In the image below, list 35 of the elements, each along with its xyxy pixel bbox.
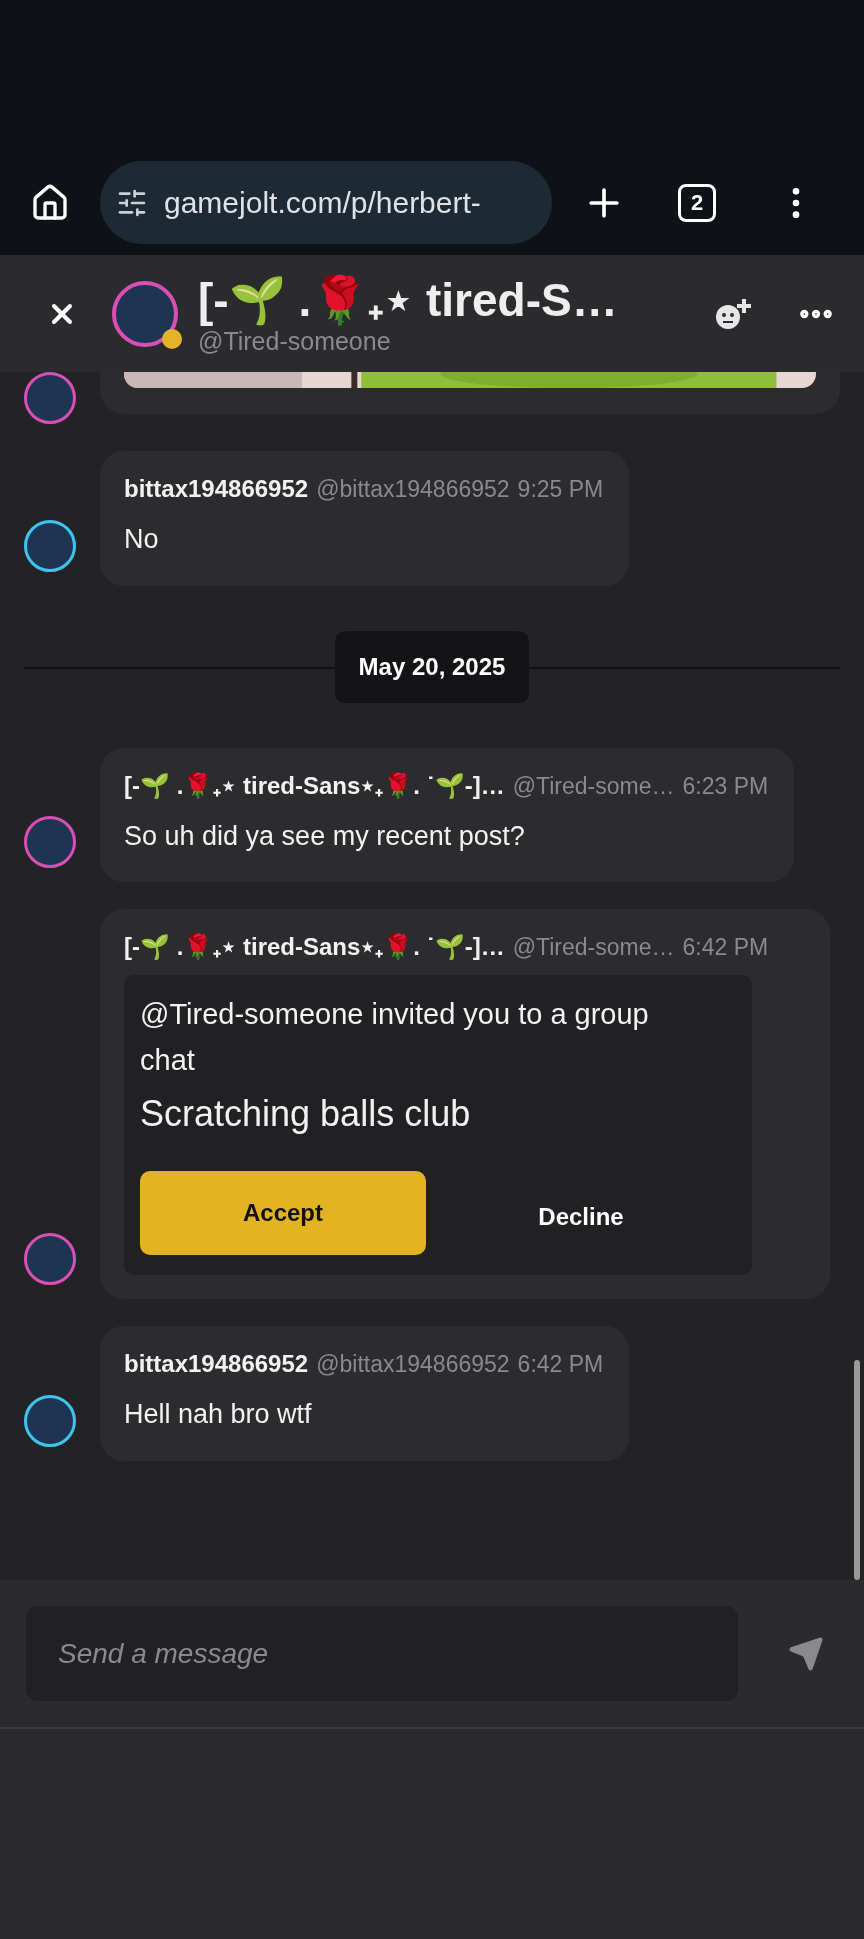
home-icon[interactable] <box>30 182 70 223</box>
author-name[interactable]: bittax194866952 <box>124 1348 309 1380</box>
author-name[interactable]: [-🌱 .🌹₊⋆ tired-Sans⋆₊🌹. ˙🌱-]… <box>124 769 505 802</box>
accept-button[interactable]: Accept <box>140 1171 426 1255</box>
author-name[interactable]: [-🌱 .🌹₊⋆ tired-Sans⋆₊🌹. ˙🌱-]… <box>124 931 505 963</box>
avatar[interactable] <box>24 1394 76 1447</box>
group-name: Scratching balls club <box>140 1092 472 1136</box>
avatar[interactable] <box>24 372 76 424</box>
author-handle: @Tired-some… <box>512 771 675 801</box>
avatar[interactable] <box>24 1233 76 1285</box>
message-text: So uh did ya see my recent post? <box>124 819 526 853</box>
tab-count[interactable]: 2 <box>678 183 716 222</box>
decline-button[interactable]: Decline <box>426 1171 736 1255</box>
date-separator: May 20, 2025 <box>334 630 530 703</box>
avatar[interactable] <box>24 519 76 572</box>
address-bar[interactable]: gamejolt.com/p/herbert- <box>100 161 552 244</box>
author-handle: @bittax194866952 <box>316 1350 510 1379</box>
chat-handle: @Tired-someone <box>198 326 392 355</box>
url-text: gamejolt.com/p/herbert- <box>164 185 481 221</box>
invite-text: @Tired-someone invited you to a group chat <box>140 997 650 1078</box>
message-text: Hell nah bro wtf <box>124 1398 313 1431</box>
add-friend-icon[interactable] <box>714 296 752 331</box>
author-handle: @Tired-some… <box>512 933 675 962</box>
chat-title: [-🌱 .🌹₊⋆ tired-S… <box>198 272 619 327</box>
message-text: No <box>124 523 160 556</box>
author-name[interactable]: bittax194866952 <box>124 473 309 505</box>
send-icon[interactable] <box>788 1635 824 1672</box>
message-input[interactable]: Send a message <box>26 1606 738 1701</box>
message-time: 6:23 PM <box>682 771 769 801</box>
message-time: 6:42 PM <box>517 1350 604 1379</box>
author-handle: @bittax194866952 <box>316 475 510 504</box>
message-time: 9:25 PM <box>517 475 604 504</box>
avatar[interactable] <box>24 816 76 868</box>
message-time: 6:42 PM <box>682 933 769 962</box>
scrollbar[interactable] <box>854 1360 860 1580</box>
